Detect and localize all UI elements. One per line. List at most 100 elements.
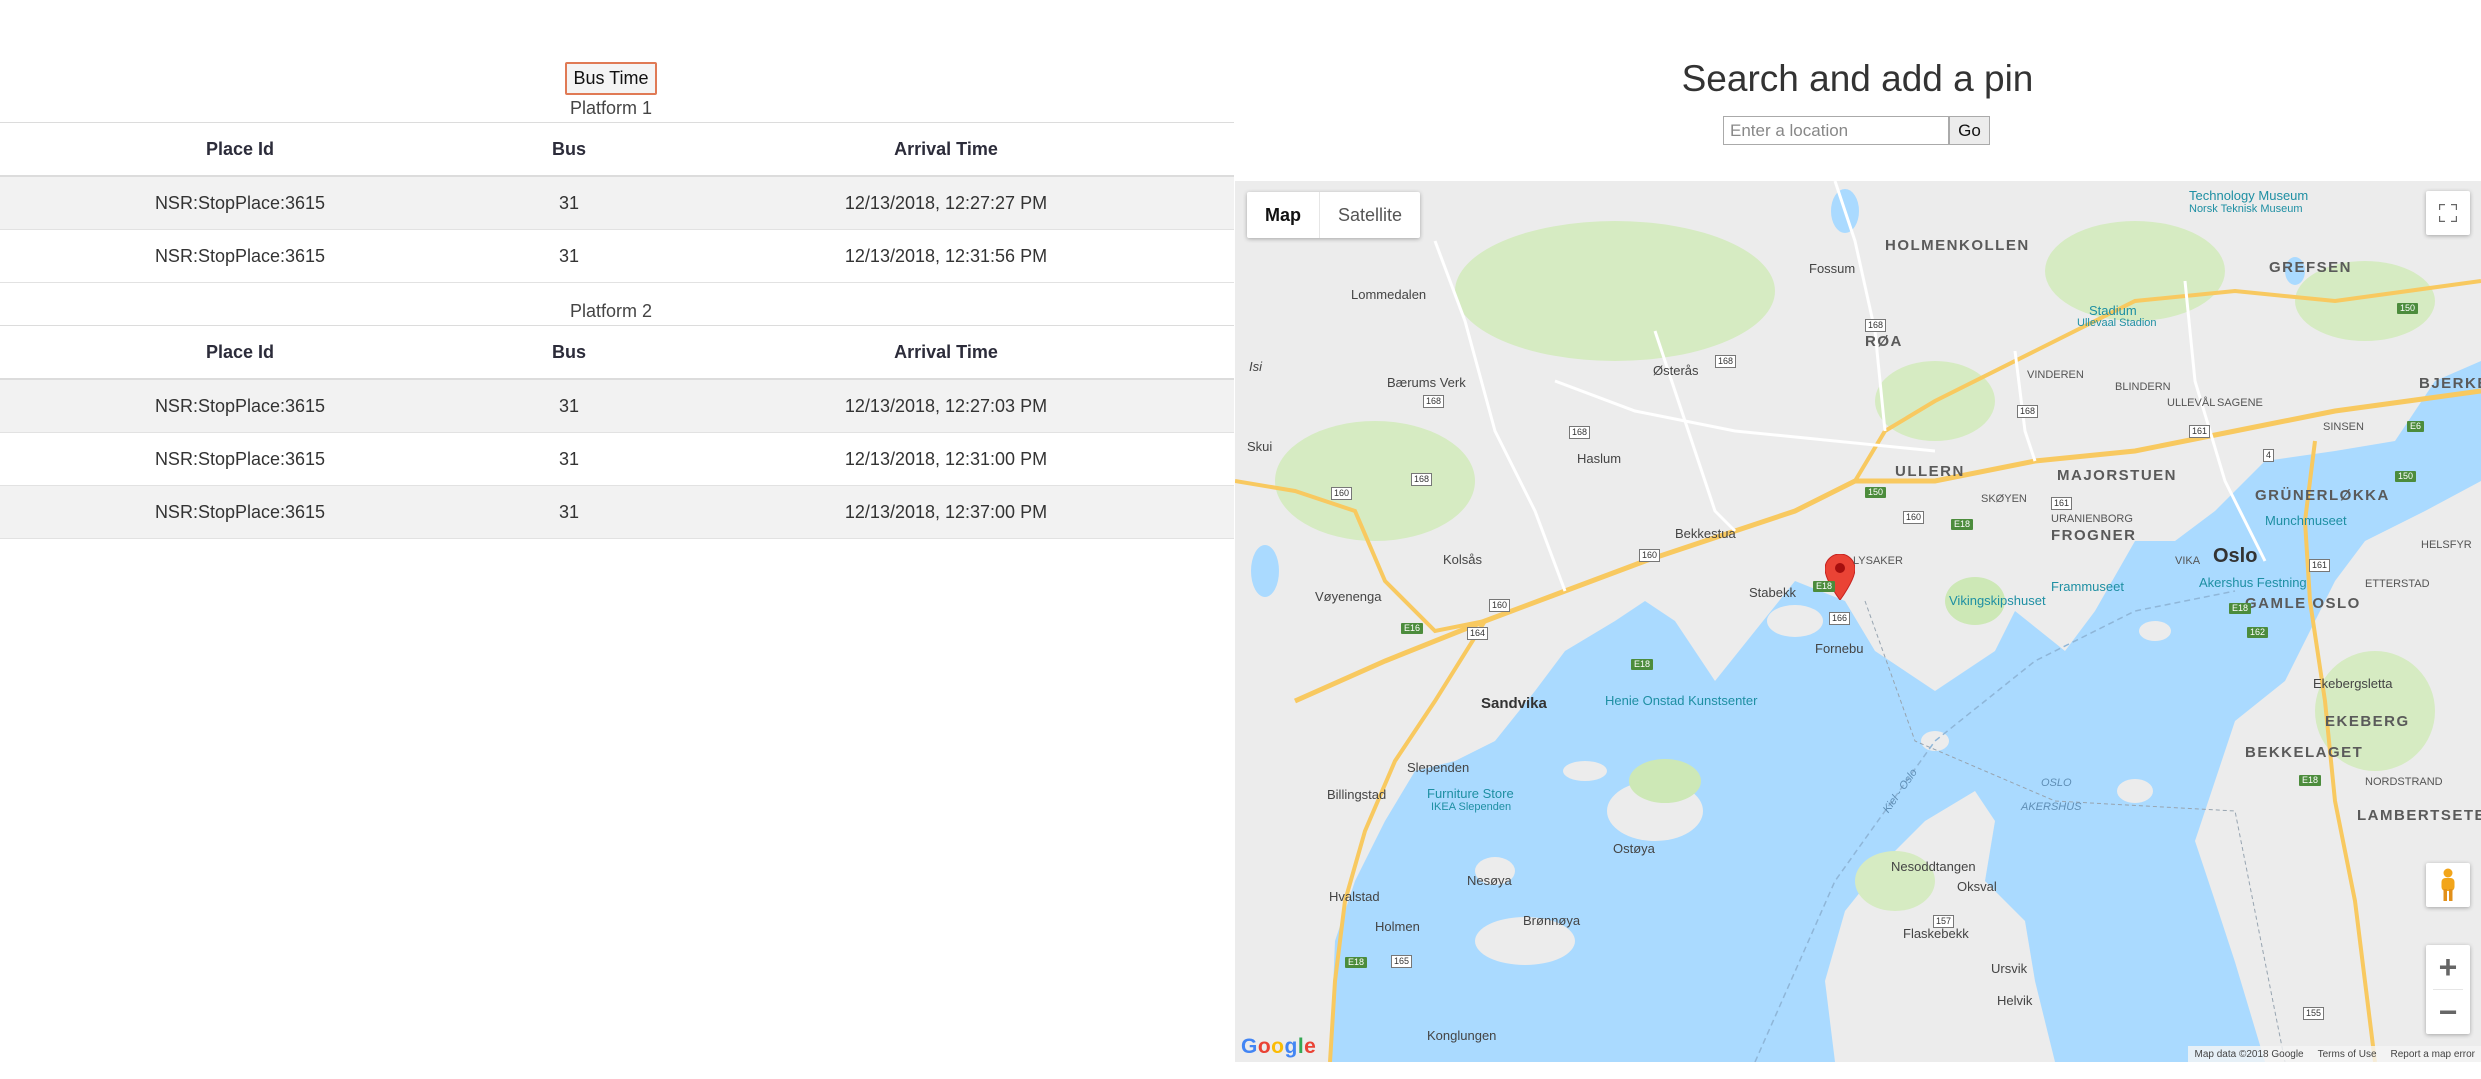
place-id-cell: NSR:StopPlace:3615 xyxy=(0,485,480,539)
map-label: Hvalstad xyxy=(1329,889,1380,904)
island xyxy=(2139,621,2171,641)
map-label: Stabekk xyxy=(1749,585,1796,600)
zoom-in-button[interactable]: + xyxy=(2426,945,2470,989)
bus-cell: 31 xyxy=(480,176,658,230)
go-button[interactable]: Go xyxy=(1949,116,1990,145)
map-label: ULLERN xyxy=(1895,463,1965,480)
road-shield: E18 xyxy=(2229,603,2252,614)
map-type-map-button[interactable]: Map xyxy=(1247,192,1319,238)
map-type-control: Map Satellite xyxy=(1247,192,1421,238)
bus-cell: 31 xyxy=(480,432,658,486)
road-shield: 157 xyxy=(1933,915,1955,928)
map-label: IKEA Slependen xyxy=(1431,801,1512,813)
table-row: NSR:StopPlace:3615 31 12/13/2018, 12:37:… xyxy=(0,485,1234,539)
arrival-time-cell: 12/13/2018, 12:31:56 PM xyxy=(658,229,1234,283)
map-label: Konglungen xyxy=(1427,1028,1497,1043)
bus-time-panel: Bus Time Platform 1 Place Id Bus Arrival… xyxy=(0,0,1234,1079)
map-label: Sandvika xyxy=(1481,695,1547,712)
map-label: EKEBERG xyxy=(2325,713,2410,730)
road-shield: 168 xyxy=(1411,473,1433,486)
map-label: Brønnøya xyxy=(1523,913,1581,928)
bus-cell: 31 xyxy=(480,379,658,433)
location-search-input[interactable] xyxy=(1723,116,1949,145)
place-id-cell: NSR:StopPlace:3615 xyxy=(0,176,480,230)
road-shield: 161 xyxy=(2309,559,2331,572)
table-row: NSR:StopPlace:3615 31 12/13/2018, 12:27:… xyxy=(0,379,1234,433)
column-header-bus: Bus xyxy=(480,325,658,380)
place-id-cell: NSR:StopPlace:3615 xyxy=(0,379,480,433)
map-label: Vikingskipshuset xyxy=(1949,593,2046,608)
map-label: Fornebu xyxy=(1815,641,1864,656)
map-label: Technology Museum xyxy=(2189,188,2309,203)
road-shield: 160 xyxy=(1489,599,1511,612)
map-label: Fossum xyxy=(1809,261,1856,276)
road-shield: 161 xyxy=(2189,425,2211,438)
map-label: Ullevaal Stadion xyxy=(2077,317,2157,329)
google-logo-letter: e xyxy=(1304,1035,1317,1058)
road-shield: 168 xyxy=(2017,405,2039,418)
map-label: Østerås xyxy=(1653,363,1699,378)
map-panel: Search and add a pin Go xyxy=(1234,0,2481,1079)
road-shield: E18 xyxy=(1813,581,1836,592)
map-label: Ostøya xyxy=(1613,841,1655,856)
road-shield: 150 xyxy=(2395,471,2417,482)
road-shield: 168 xyxy=(1715,355,1737,368)
island xyxy=(1767,605,1823,637)
map-label: GAMLE OSLO xyxy=(2245,595,2361,612)
map-label: Oksval xyxy=(1957,879,1997,894)
place-id-cell: NSR:StopPlace:3615 xyxy=(0,432,480,486)
map-label: BLINDERN xyxy=(2115,381,2171,393)
road-shield: 162 xyxy=(2247,627,2269,638)
fullscreen-button[interactable] xyxy=(2426,191,2470,235)
map-label: ULLEVÅL xyxy=(2167,397,2216,409)
map-label: MAJORSTUEN xyxy=(2057,467,2178,484)
report-map-error-link[interactable]: Report a map error xyxy=(2391,1049,2475,1060)
map-label: GRÜNERLØKKA xyxy=(2255,487,2390,504)
map-attribution: Map data ©2018 Google Terms of Use Repor… xyxy=(2188,1046,2481,1062)
google-map[interactable]: HOLMENKOLLEN GREFSEN BJERKE RØA ULLERN M… xyxy=(1235,181,2481,1062)
column-header-place-id: Place Id xyxy=(0,122,480,177)
road-shield: E16 xyxy=(1401,623,1424,634)
map-pin-icon[interactable] xyxy=(1825,554,1855,600)
park xyxy=(1455,221,1775,361)
map-label: Munchmuseet xyxy=(2265,513,2347,528)
road-shield: 168 xyxy=(1423,395,1445,408)
google-logo-text: Google xyxy=(1241,1035,1316,1058)
zoom-out-button[interactable]: − xyxy=(2426,990,2470,1034)
bus-time-button[interactable]: Bus Time xyxy=(565,62,657,95)
map-label: Bekkestua xyxy=(1675,526,1736,541)
column-header-arrival-time: Arrival Time xyxy=(658,122,1234,177)
table-row: NSR:StopPlace:3615 31 12/13/2018, 12:31:… xyxy=(0,432,1234,486)
map-label: Oslo xyxy=(2213,545,2258,567)
lake xyxy=(1251,545,1279,597)
platform-2-label: Platform 2 xyxy=(569,301,653,321)
table-row: NSR:StopPlace:3615 31 12/13/2018, 12:31:… xyxy=(0,229,1234,283)
map-label: NORDSTRAND xyxy=(2365,776,2443,788)
map-label: Holmen xyxy=(1375,919,1420,934)
map-label: OSLO xyxy=(2041,777,2072,789)
terms-of-use-link[interactable]: Terms of Use xyxy=(2318,1049,2377,1060)
zoom-control: + − xyxy=(2426,945,2470,1034)
island xyxy=(2117,779,2153,803)
table-row: NSR:StopPlace:3615 31 12/13/2018, 12:27:… xyxy=(0,176,1234,230)
map-label: Nesøya xyxy=(1467,873,1512,888)
road-shield: 150 xyxy=(2397,303,2419,314)
map-label: Billingstad xyxy=(1327,787,1387,802)
street-view-pegman-button[interactable] xyxy=(2426,863,2470,907)
road-shield: E18 xyxy=(1951,519,1974,530)
road-shield: 168 xyxy=(1569,426,1591,439)
map-label: Vøyenenga xyxy=(1315,589,1382,604)
map-label: Ekebergsletta xyxy=(2313,676,2393,691)
map-label: Nesoddtangen xyxy=(1891,859,1976,874)
map-label: AKERSHUS xyxy=(2021,801,2082,813)
column-header-place-id: Place Id xyxy=(0,325,480,380)
map-type-satellite-button[interactable]: Satellite xyxy=(1319,192,1420,238)
column-header-bus: Bus xyxy=(480,122,658,177)
map-label: Lommedalen xyxy=(1351,287,1427,302)
map-label: BEKKELAGET xyxy=(2245,744,2364,761)
google-logo-letter: o xyxy=(1271,1035,1285,1058)
platform-1-table: Place Id Bus Arrival Time NSR:StopPlace:… xyxy=(0,122,1234,283)
map-label: Furniture Store xyxy=(1427,786,1514,801)
map-label: HOLMENKOLLEN xyxy=(1885,237,2030,254)
google-logo[interactable]: Google xyxy=(1241,1035,1316,1059)
